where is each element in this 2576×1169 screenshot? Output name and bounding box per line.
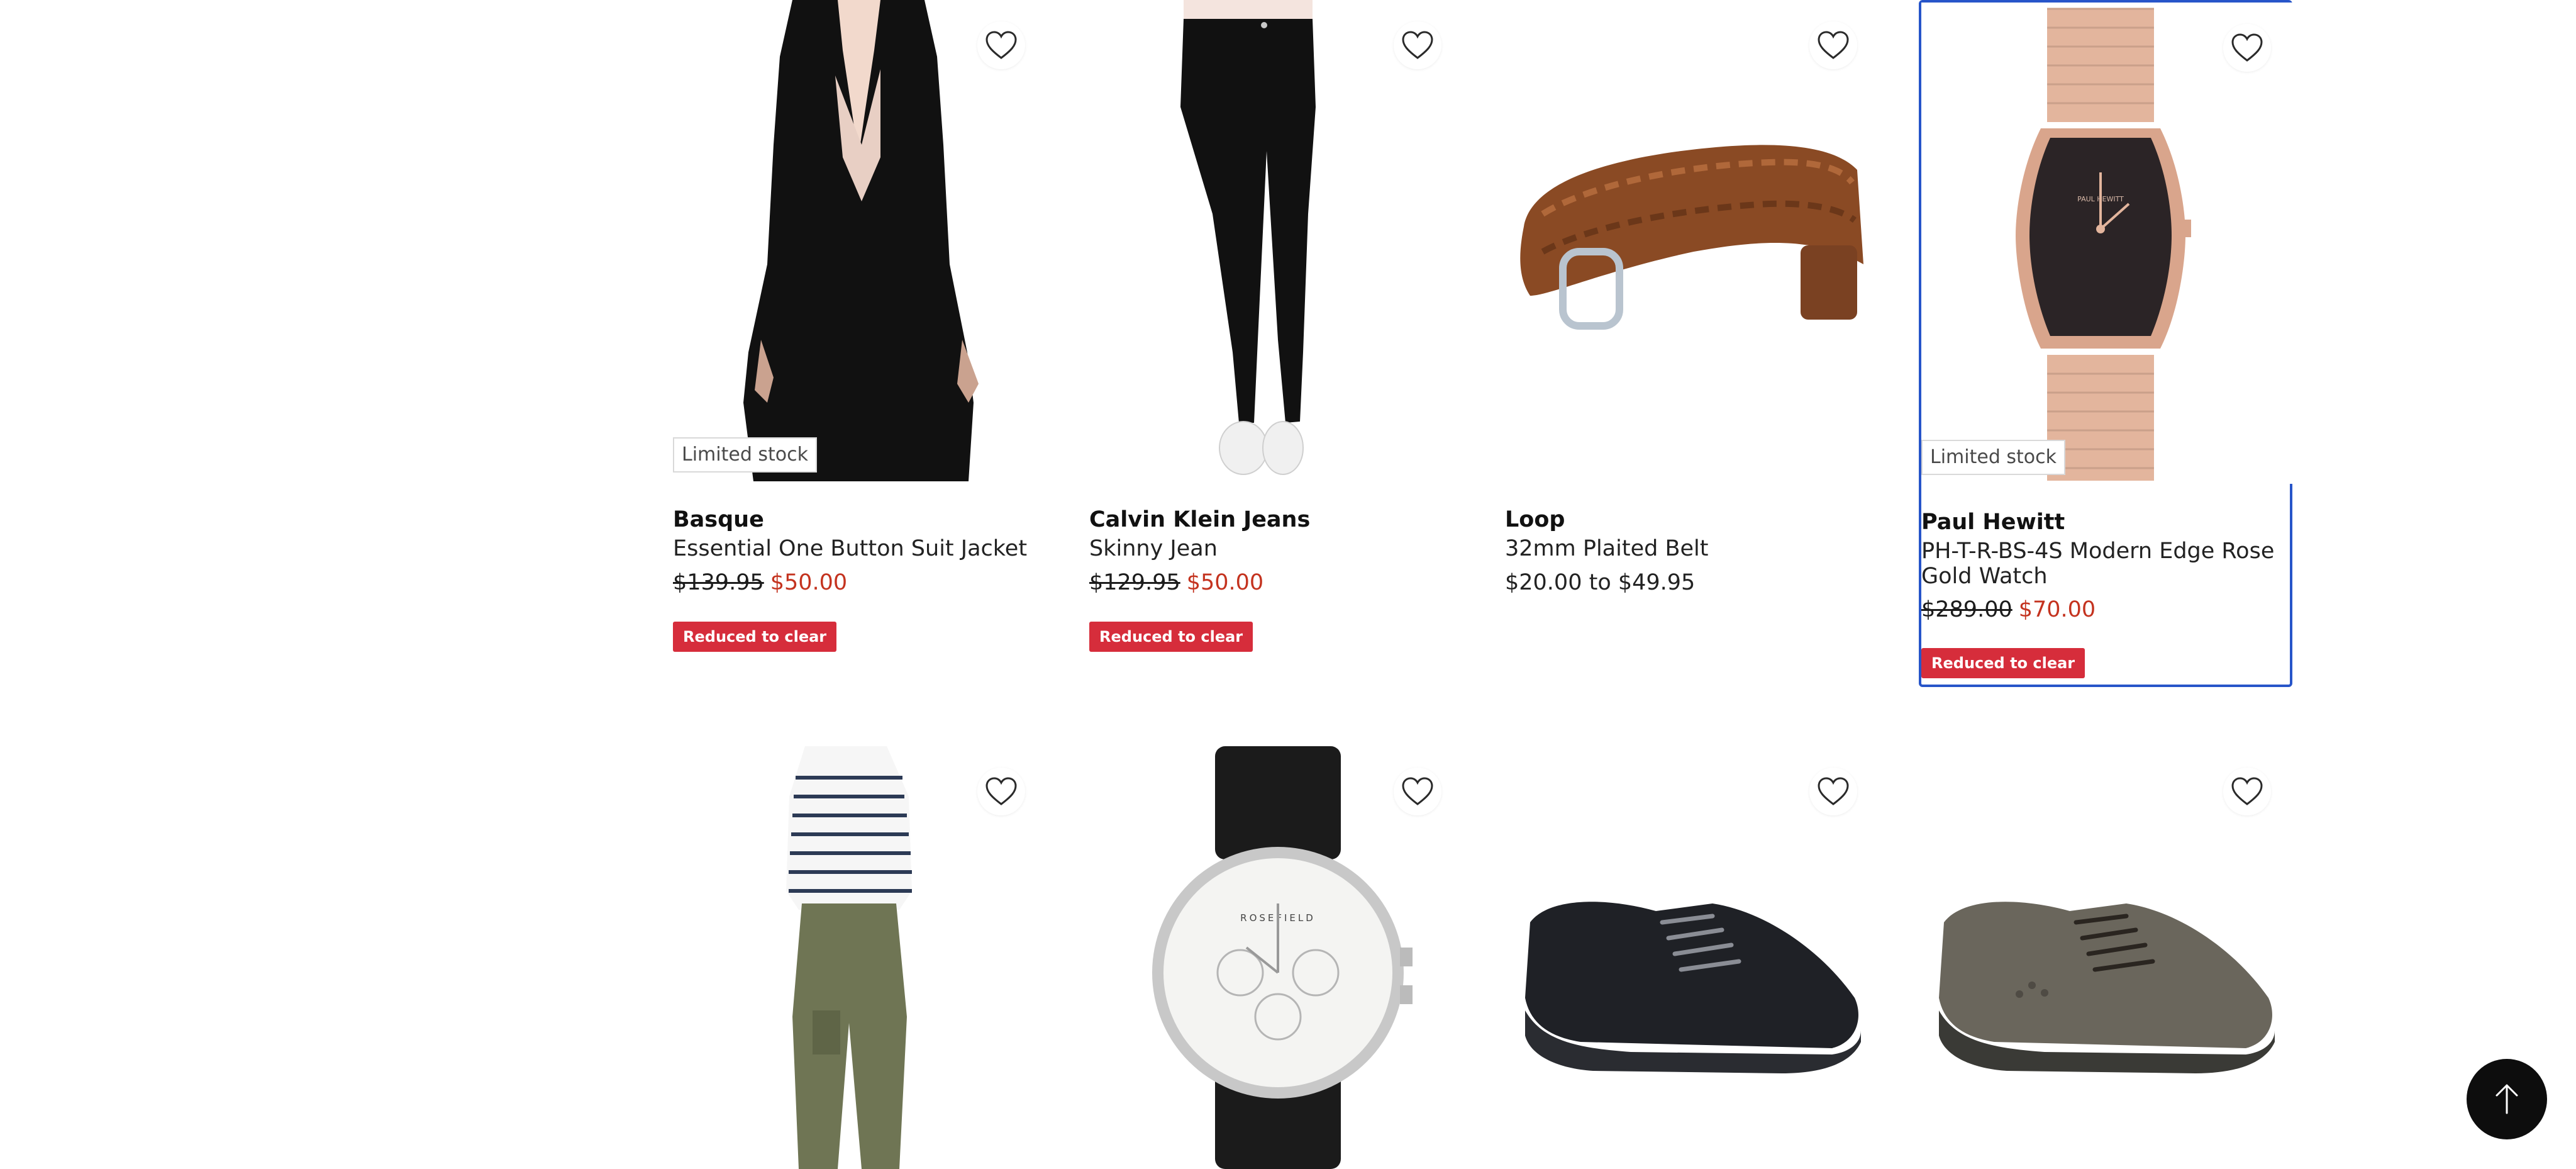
product-image-plaited-belt[interactable] [1505,0,1879,481]
product-image-grey-sneaker[interactable] [1919,746,2292,1169]
product-image-skinny-jean[interactable] [1089,0,1463,481]
limited-stock-label: Limited stock [673,437,818,473]
reduced-to-clear-badge: Reduced to clear [1921,648,2085,678]
product-card-paul-hewitt[interactable]: PAUL HEWITT Limited stock Paul Hewitt PH… [1919,0,2292,687]
sale-price: $70.00 [2018,597,2096,622]
product-image-suit-jacket[interactable]: Limited stock [673,0,1046,481]
sale-price: $50.00 [1186,570,1264,595]
back-to-top-button[interactable] [2467,1059,2547,1139]
product-price-range: $20.00 to $49.95 [1505,570,1696,595]
heart-outline-icon [1818,777,1849,805]
heart-outline-icon [1818,31,1849,59]
product-brand[interactable]: Paul Hewitt [1921,510,2065,535]
wishlist-button[interactable] [977,768,1025,815]
original-price: $139.95 [673,570,764,595]
arrow-up-icon [2496,1084,2518,1114]
wishlist-button[interactable] [1809,21,1857,69]
heart-outline-icon [2231,777,2263,805]
product-name[interactable]: Essential One Button Suit Jacket [673,536,1046,561]
original-price: $129.95 [1089,570,1180,595]
product-brand[interactable]: Basque [673,507,764,532]
reduced-to-clear-badge: Reduced to clear [1089,622,1253,652]
product-brand[interactable]: Calvin Klein Jeans [1089,507,1310,532]
product-name[interactable]: Skinny Jean [1089,536,1463,561]
product-image-rose-gold-watch[interactable]: PAUL HEWITT Limited stock [1921,3,2292,484]
heart-outline-icon [985,777,1017,805]
product-image-black-sneaker[interactable] [1505,746,1879,1169]
product-name[interactable]: 32mm Plaited Belt [1505,536,1879,561]
original-price: $289.00 [1921,597,2012,622]
product-image-black-strap-watch[interactable]: ROSEFIELD [1089,746,1463,1169]
heart-outline-icon [985,31,1017,59]
wishlist-button[interactable] [1394,21,1441,69]
wishlist-button[interactable] [1809,768,1857,815]
product-brand[interactable]: Loop [1505,507,1565,532]
limited-stock-label: Limited stock [1921,440,2066,475]
product-image-striped-top-cargo-pants[interactable] [673,746,1046,1169]
wishlist-button[interactable] [977,21,1025,69]
heart-outline-icon [1402,777,1433,805]
heart-outline-icon [1402,31,1433,59]
product-name[interactable]: PH-T-R-BS-4S Modern Edge Rose Gold Watch [1921,539,2292,589]
reduced-to-clear-badge: Reduced to clear [673,622,837,652]
wishlist-button[interactable] [2223,768,2271,815]
product-price: $289.00 $70.00 [1921,597,2096,622]
wishlist-button[interactable] [1394,768,1441,815]
product-price: $129.95 $50.00 [1089,570,1263,595]
sale-price: $50.00 [770,570,848,595]
heart-outline-icon [2231,33,2263,62]
product-price: $139.95 $50.00 [673,570,847,595]
wishlist-button[interactable] [2223,24,2271,72]
